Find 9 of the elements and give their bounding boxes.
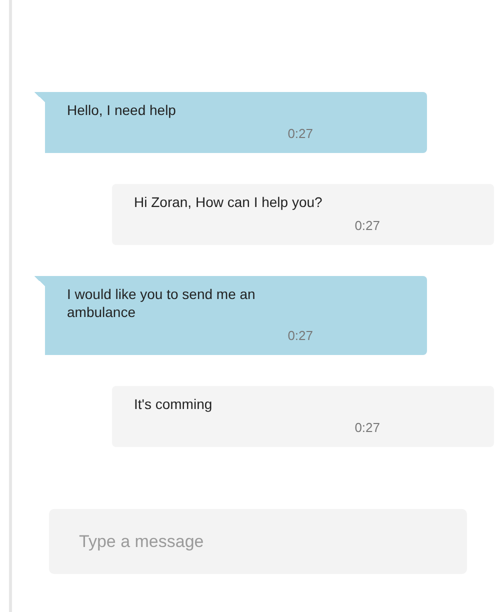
message-time: 0:27 <box>354 217 380 235</box>
message-time: 0:27 <box>286 327 313 345</box>
message-input[interactable]: Type a message <box>49 509 467 574</box>
message-text: I would like you to send me an ambulance <box>67 285 256 321</box>
message-text: Hello, I need help <box>67 101 177 119</box>
message-time: 0:27 <box>354 419 380 437</box>
message-text: It's comming <box>134 395 214 413</box>
message-time: 0:27 <box>286 125 313 143</box>
message-text: Hi Zoran, How can I help you? <box>134 193 324 211</box>
